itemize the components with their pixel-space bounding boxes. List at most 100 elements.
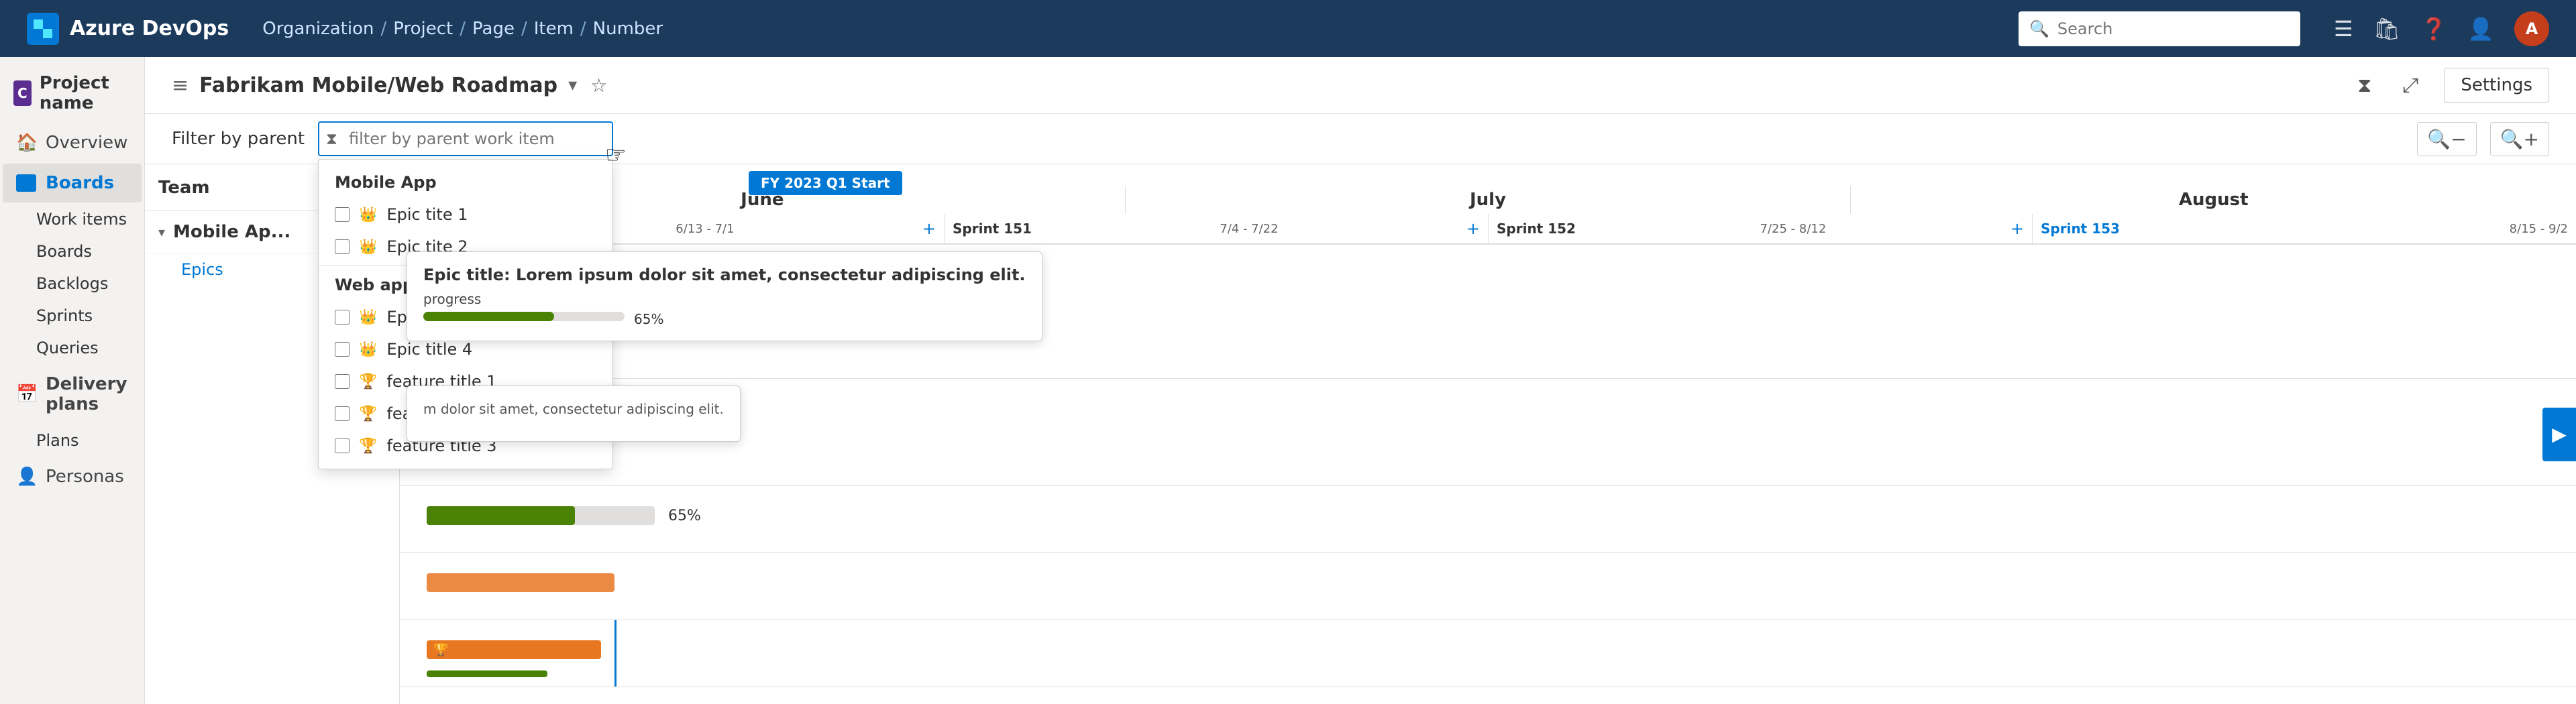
- feature-icon: 🏆: [359, 438, 377, 455]
- sidebar-item-work-items[interactable]: Work items: [36, 203, 144, 235]
- sidebar-item-boards-sub[interactable]: Boards: [36, 235, 144, 268]
- breadcrumb: Organization / Project / Page / Item / N…: [262, 19, 663, 39]
- month-labels: June July August: [400, 186, 2576, 214]
- gantt-row-6[interactable]: 65%: [400, 687, 2576, 704]
- q1-marker: FY 2023 Q1 Start: [749, 171, 902, 195]
- sprint-151-add[interactable]: +: [1466, 219, 1480, 238]
- sprint-151-label: Sprint 151: [953, 221, 1032, 237]
- sprint-150-add[interactable]: +: [922, 219, 936, 238]
- tooltip-title-1: Epic title: Lorem ipsum dolor sit amet, …: [423, 266, 1026, 284]
- sprint-153: Sprint 153 8/15 - 9/2: [2033, 214, 2576, 243]
- sprint-151: Sprint 151 7/4 - 7/22 +: [945, 214, 1489, 243]
- epic-icon: 👑: [359, 207, 377, 223]
- feature-bar-pct-3: 65%: [668, 508, 701, 524]
- search-icon: 🔍: [2029, 19, 2049, 38]
- sprint-153-label: Sprint 153: [2041, 221, 2120, 237]
- avatar[interactable]: A: [2514, 11, 2549, 46]
- gantt-row-4[interactable]: [400, 553, 2576, 620]
- epic-icon: 👑: [359, 239, 377, 255]
- zoom-out-button[interactable]: 🔍−: [2417, 122, 2476, 156]
- settings-button[interactable]: Settings: [2444, 68, 2549, 103]
- team-name: Mobile Ap...: [173, 222, 290, 242]
- filter-funnel-icon: ⧗: [326, 129, 337, 148]
- top-nav: Azure DevOps Organization / Project / Pa…: [0, 0, 2576, 57]
- sidebar-item-overview[interactable]: 🏠 Overview: [3, 123, 142, 162]
- sidebar-sub-delivery: Plans: [0, 424, 144, 457]
- sprint-marker-5: [614, 620, 616, 687]
- epic-icon: 👑: [359, 309, 377, 326]
- sidebar-item-delivery-plans[interactable]: 📅 Delivery plans: [3, 365, 142, 424]
- gantt-next-button[interactable]: ▶: [2542, 408, 2576, 461]
- month-august: August: [1851, 186, 2576, 214]
- search-bar[interactable]: 🔍: [2019, 11, 2300, 46]
- sprint-152-dates: 7/25 - 8/12: [1760, 222, 1827, 236]
- project-icon: C: [13, 80, 32, 106]
- gantt-row-1[interactable]: Epic title: Lorem ipsum dolor sit amet, …: [400, 245, 2576, 379]
- epic1-label: Epic tite 1: [386, 205, 468, 224]
- feature-icon: 🏆: [359, 406, 377, 422]
- app-logo[interactable]: Azure DevOps: [27, 13, 229, 45]
- list-icon[interactable]: ☰: [2334, 16, 2353, 42]
- zoom-in-button[interactable]: 🔍+: [2490, 122, 2549, 156]
- feature-bar-5: 🏆: [427, 640, 601, 659]
- feature2-checkbox[interactable]: [335, 406, 350, 421]
- personas-icon: 👤: [16, 467, 36, 487]
- page-header-actions: ⧗ ⤢ Settings: [2352, 68, 2549, 103]
- sidebar-item-label: Boards: [46, 173, 114, 193]
- sidebar-item-queries[interactable]: Queries: [36, 332, 144, 364]
- dropdown-section-mobile-app: Mobile App: [319, 166, 612, 198]
- main-content: ≡ Fabrikam Mobile/Web Roadmap ▾ ☆ ⧗ ⤢ Se…: [145, 57, 2576, 704]
- gantt-area: today FY 2023 Q1 Start June July August …: [400, 164, 2576, 704]
- feature-bar-bg-3: [427, 506, 655, 525]
- gantt-row-2[interactable]: m dolor sit amet, consectetur adipiscing…: [400, 379, 2576, 486]
- feature3-checkbox[interactable]: [335, 438, 350, 453]
- progress-row-1: 65%: [423, 311, 1026, 327]
- sidebar-item-sprints[interactable]: Sprints: [36, 300, 144, 332]
- sprint-151-dates: 7/4 - 7/22: [1220, 222, 1278, 236]
- sprint-152: Sprint 152 7/25 - 8/12 +: [1489, 214, 2033, 243]
- feature1-checkbox[interactable]: [335, 374, 350, 389]
- sidebar-item-plans[interactable]: Plans: [36, 424, 144, 457]
- progress-bar-1: [423, 312, 625, 321]
- logo-icon: [27, 13, 59, 45]
- sidebar-item-personas[interactable]: 👤 Personas: [3, 457, 142, 496]
- sidebar-item-label: Delivery plans: [46, 374, 128, 414]
- epic3-checkbox[interactable]: [335, 310, 350, 325]
- progress-fill-1: [423, 312, 554, 321]
- filter-input-wrapper: ⧗ Mobile App 👑 Epic tite 1 👑 Epic tite 2: [318, 121, 613, 156]
- filter-icon[interactable]: ⧗: [2352, 68, 2377, 103]
- gantt-row-3[interactable]: 65%: [400, 486, 2576, 553]
- chevron-down-icon[interactable]: ▾: [568, 75, 577, 95]
- feature-progress-5: [427, 670, 547, 677]
- progress-pct-1: 65%: [634, 311, 663, 327]
- epic1-checkbox[interactable]: [335, 207, 350, 222]
- epic4-checkbox[interactable]: [335, 342, 350, 357]
- gantt-tooltip-1: Epic title: Lorem ipsum dolor sit amet, …: [407, 251, 1042, 341]
- user-icon[interactable]: 👤: [2467, 16, 2494, 42]
- gantt-row-5[interactable]: 🏆: [400, 620, 2576, 687]
- sidebar-item-boards[interactable]: Boards: [3, 164, 142, 202]
- sidebar-project[interactable]: C Project name: [0, 64, 144, 123]
- sprint-labels: Sprint 150 6/13 - 7/1 + Sprint 151 7/4 -…: [400, 214, 2576, 243]
- sidebar-item-label: Overview: [46, 133, 127, 153]
- epic2-checkbox[interactable]: [335, 239, 350, 254]
- search-input[interactable]: [2057, 19, 2290, 38]
- feature-icon: 🏆: [359, 373, 377, 390]
- tooltip-progress-label-1: progress: [423, 291, 1026, 307]
- bag-icon[interactable]: 🛍: [2373, 16, 2401, 42]
- top-nav-icons: ☰ 🛍 ❓ 👤 A: [2334, 11, 2549, 46]
- gantt-tooltip-2: m dolor sit amet, consectetur adipiscing…: [407, 386, 741, 442]
- dropdown-item-epic1[interactable]: 👑 Epic tite 1: [319, 198, 612, 231]
- star-icon[interactable]: ☆: [590, 74, 607, 97]
- filter-input[interactable]: [318, 121, 613, 156]
- help-icon[interactable]: ❓: [2420, 16, 2447, 42]
- main-layout: C Project name 🏠 Overview Boards Work it…: [0, 57, 2576, 704]
- feature-bar-label-5: 🏆: [433, 643, 448, 657]
- sprint-153-dates: 8/15 - 9/2: [2510, 222, 2568, 236]
- month-july: July: [1126, 186, 1851, 214]
- expand-icon[interactable]: ⤢: [2397, 68, 2424, 103]
- sprint-152-add[interactable]: +: [2010, 219, 2024, 238]
- chevron-icon: ▾: [158, 224, 165, 240]
- sidebar-sub-boards: Work items Boards Backlogs Sprints Queri…: [0, 203, 144, 364]
- sidebar-item-backlogs[interactable]: Backlogs: [36, 268, 144, 300]
